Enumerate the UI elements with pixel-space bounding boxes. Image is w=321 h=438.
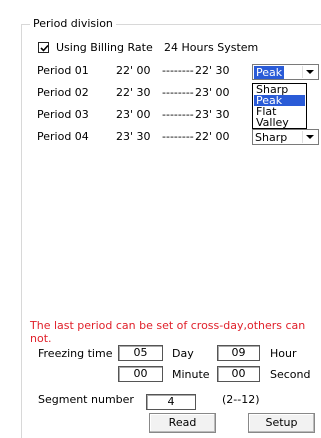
freezing-time-label: Freezing time: [38, 347, 113, 360]
using-billing-rate-label: Using Billing Rate: [56, 41, 153, 54]
segment-number-input[interactable]: 4: [146, 394, 196, 410]
freezing-second-input[interactable]: 00: [217, 366, 260, 382]
period-separator: --------: [162, 86, 194, 99]
freezing-hour-input[interactable]: 09: [217, 345, 260, 361]
day-label: Day: [172, 347, 194, 360]
segment-range-hint: (2--12): [222, 393, 260, 406]
period-end-time[interactable]: 23' 30: [195, 108, 230, 121]
minute-label: Minute: [172, 368, 210, 381]
period-end-time[interactable]: 23' 00: [195, 86, 230, 99]
group-title: Period division: [30, 17, 116, 30]
period-label: Period 03: [37, 108, 89, 121]
read-button[interactable]: Read: [149, 413, 216, 433]
rate-option-valley[interactable]: Valley: [254, 117, 305, 128]
chevron-down-icon[interactable]: [302, 66, 317, 78]
period-label: Period 04: [37, 130, 89, 143]
segment-number-label: Segment number: [38, 393, 134, 406]
period-04-rate-select[interactable]: Sharp: [252, 129, 319, 145]
rate-dropdown-list[interactable]: Sharp Peak Flat Valley: [252, 83, 307, 129]
cross-day-note: The last period can be set of cross-day,…: [30, 319, 306, 345]
second-label: Second: [270, 368, 311, 381]
period-separator: --------: [162, 108, 194, 121]
period-label: Period 01: [37, 64, 89, 77]
period-04-rate-value: Sharp: [255, 131, 288, 144]
period-end-time[interactable]: 22' 00: [195, 130, 230, 143]
period-label: Period 02: [37, 86, 89, 99]
freezing-minute-input[interactable]: 00: [118, 366, 163, 382]
period-start-time[interactable]: 22' 30: [116, 86, 151, 99]
period-separator: --------: [162, 64, 194, 77]
period-separator: --------: [162, 130, 194, 143]
period-01-rate-select[interactable]: Peak: [252, 64, 319, 80]
period-start-time[interactable]: 22' 00: [116, 64, 151, 77]
period-end-time[interactable]: 22' 30: [195, 64, 230, 77]
system-label: 24 Hours System: [164, 41, 259, 54]
freezing-day-input[interactable]: 05: [118, 345, 163, 361]
period-01-rate-value: Peak: [254, 66, 285, 79]
hour-label: Hour: [270, 347, 297, 360]
using-billing-rate-checkbox[interactable]: [38, 42, 49, 53]
period-start-time[interactable]: 23' 00: [116, 108, 151, 121]
chevron-down-icon[interactable]: [302, 131, 317, 143]
period-start-time[interactable]: 23' 30: [116, 130, 151, 143]
checkmark-icon: [40, 44, 49, 52]
setup-button[interactable]: Setup: [248, 413, 315, 433]
